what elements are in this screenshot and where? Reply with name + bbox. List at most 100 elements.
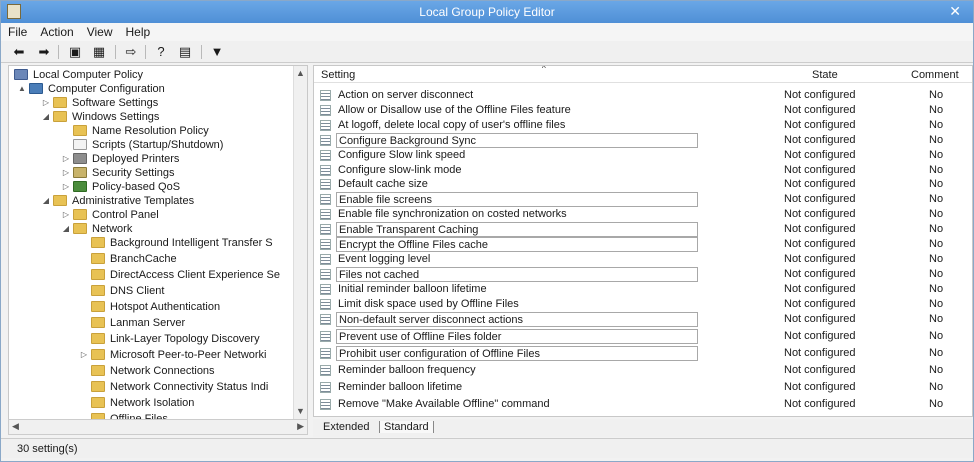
list-header: Setting ^ State Comment [314,66,972,83]
setting-row[interactable]: Event logging level Not configured No [314,252,972,267]
expand-arrow-icon[interactable]: ▷ [61,208,71,222]
expand-arrow-icon[interactable]: ▷ [61,166,71,180]
show-hide-tree-icon[interactable]: ▦ [91,44,107,60]
expand-arrow-icon[interactable]: ▷ [61,180,71,194]
setting-name: Prevent use of Offline Files folder [336,329,698,344]
setting-comment: No [929,267,944,280]
tab-standard[interactable]: Standard [379,421,434,433]
main-window: Local Group Policy Editor ✕ File Action Vi… [0,0,974,462]
tree-item-label: DNS Client [110,285,165,297]
setting-row[interactable]: Prohibit user configuration of Offline F… [314,346,972,361]
tree-horizontal-scrollbar[interactable]: ◀ ▶ [8,419,308,435]
menu-action[interactable]: Action [33,23,79,39]
expand-arrow-icon[interactable]: ▷ [79,348,89,362]
scroll-left-icon[interactable]: ◀ [12,421,19,432]
scroll-right-icon[interactable]: ▶ [297,421,304,432]
tree-vertical-scrollbar[interactable]: ▲ ▼ [293,66,307,420]
collapse-arrow-icon[interactable]: ◢ [41,110,51,124]
expand-arrow-icon[interactable]: ▷ [61,152,71,166]
setting-row[interactable]: Reminder balloon lifetime Not configured N… [314,380,972,395]
setting-name: Enable file screens [336,192,698,208]
tree-item-label: Policy-based QoS [92,181,181,193]
policy-setting-icon [320,348,331,359]
setting-comment: No [929,238,944,250]
policy-setting-icon [320,104,331,116]
export-list-icon[interactable]: ⇨ [123,44,139,60]
policy-setting-icon [320,239,331,250]
setting-row[interactable]: Non-default server disconnect actions Not… [314,312,972,327]
setting-state: Not configured [784,163,856,176]
setting-row[interactable]: Initial reminder balloon lifetime Not con… [314,282,972,297]
tree-item-label: Network [92,223,133,235]
policy-setting-icon [320,194,331,206]
setting-name: Configure Slow link speed [338,148,466,161]
policy-setting-icon [320,268,331,280]
setting-comment: No [929,208,944,221]
setting-row[interactable]: Configure Background Sync Not configured N… [314,132,972,148]
tree-item-label: Link-Layer Topology Discovery [110,333,260,345]
setting-row[interactable]: Action on server disconnect Not configure… [314,88,972,103]
collapse-arrow-icon[interactable]: ◢ [61,222,71,236]
setting-row[interactable]: Files not cached Not configured No [314,266,972,282]
menu-help[interactable]: Help [119,23,157,39]
setting-state: Not configured [784,103,856,116]
setting-row[interactable]: Enable file synchronization on costed ne… [314,207,972,222]
close-icon[interactable]: ✕ [949,3,961,20]
setting-row[interactable]: Allow or Disallow use of the Offline Fil… [314,103,972,118]
filter-icon[interactable]: ▼ [209,44,225,60]
tree-item-label: Administrative Templates [72,195,195,207]
folder-icon [53,111,67,122]
setting-row[interactable]: Prevent use of Offline Files folder Not c… [314,329,972,344]
back-arrow-icon[interactable]: ⬅ [11,44,27,60]
setting-row[interactable]: Enable Transparent Caching Not configured… [314,222,972,238]
scroll-down-icon[interactable]: ▼ [296,406,305,416]
help-icon[interactable]: ? [153,44,169,60]
tree-item-label: Software Settings [72,97,159,109]
setting-name: Event logging level [338,252,431,265]
setting-name: Allow or Disallow use of the Offline Fil… [338,103,571,116]
setting-row[interactable]: Configure slow-link mode Not configured No [314,163,972,178]
collapse-arrow-icon[interactable]: ◢ [41,194,51,208]
properties-icon[interactable]: ▤ [177,44,193,60]
folder-icon [91,253,105,264]
setting-row[interactable]: Encrypt the Offline Files cache Not confi… [314,237,972,252]
policy-setting-icon [320,179,331,191]
scroll-up-icon[interactable]: ▲ [296,68,305,78]
setting-row[interactable]: Default cache size Not configured No [314,177,972,192]
tree-item-label: Deployed Printers [92,153,180,165]
tree-item-label: Security Settings [92,167,175,179]
setting-comment: No [929,118,944,131]
setting-row[interactable]: Enable file screens Not configured No [314,192,972,208]
collapse-arrow-icon[interactable]: ▲ [17,82,27,96]
column-header-setting[interactable]: Setting [321,69,355,81]
column-header-state[interactable]: State [812,69,838,81]
menu-view[interactable]: View [80,23,119,39]
policy-setting-icon [320,134,331,146]
setting-row[interactable]: At logoff, delete local copy of user's o… [314,118,972,133]
folder-icon [91,365,105,376]
shield-icon [73,167,87,178]
setting-row[interactable]: Limit disk space used by Offline Files No… [314,297,972,312]
policy-setting-icon [320,298,331,310]
setting-row[interactable]: Reminder balloon frequency Not configured… [314,363,972,378]
toolbar-separator [145,45,146,59]
tree-item-label: Network Connections [110,365,215,377]
forward-arrow-icon[interactable]: ➡ [36,44,52,60]
setting-row[interactable]: Remove "Make Available Offline" command N… [314,397,972,412]
column-header-comment[interactable]: Comment [911,69,959,81]
up-folder-icon[interactable]: ▣ [67,44,83,60]
tree-item-label: Lanman Server [110,317,186,329]
setting-comment: No [929,223,944,236]
setting-name: Configure slow-link mode [338,163,462,176]
expand-arrow-icon[interactable]: ▷ [41,96,51,110]
setting-comment: No [929,133,944,146]
menu-file[interactable]: File [1,23,33,39]
setting-row[interactable]: Configure Slow link speed Not configured N… [314,148,972,163]
setting-comment: No [929,178,944,191]
setting-state: Not configured [784,282,856,295]
title-bar[interactable]: Local Group Policy Editor ✕ [1,1,973,23]
setting-state: Not configured [784,118,856,131]
folder-icon [91,381,105,392]
setting-comment: No [929,163,944,176]
tab-extended[interactable]: Extended [319,421,373,433]
